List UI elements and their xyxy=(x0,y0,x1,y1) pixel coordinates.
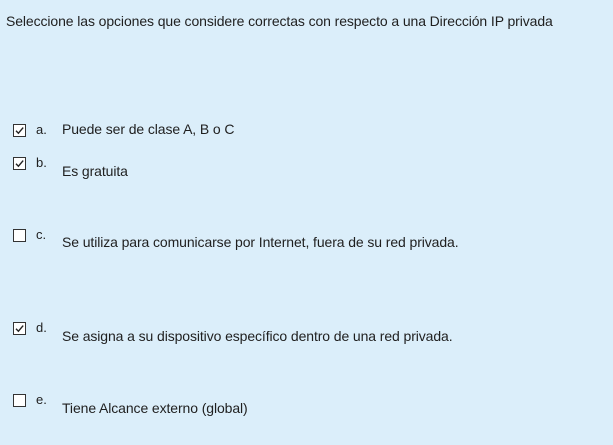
checkbox-a[interactable] xyxy=(13,124,26,137)
option-text-e: Tiene Alcance externo (global) xyxy=(62,400,248,416)
checkbox-d[interactable] xyxy=(13,322,26,335)
checkmark-icon xyxy=(15,160,24,168)
checkbox-b[interactable] xyxy=(13,157,26,170)
option-a[interactable]: a. Puede ser de clase A, B o C xyxy=(0,120,613,150)
option-e[interactable]: e. Tiene Alcance externo (global) xyxy=(0,391,613,421)
checkbox-e[interactable] xyxy=(13,394,26,407)
option-letter-b: b. xyxy=(36,155,47,170)
option-c[interactable]: c. Se utiliza para comunicarse por Inter… xyxy=(0,226,613,256)
option-letter-d: d. xyxy=(36,320,47,335)
option-d[interactable]: d. Se asigna a su dispositivo específico… xyxy=(0,319,613,349)
option-letter-c: c. xyxy=(36,227,47,242)
option-b[interactable]: b. Es gratuita xyxy=(0,154,613,184)
option-text-b: Es gratuita xyxy=(62,163,128,179)
option-text-c: Se utiliza para comunicarse por Internet… xyxy=(62,234,459,250)
option-letter-a: a. xyxy=(36,122,47,137)
option-text-d: Se asigna a su dispositivo específico de… xyxy=(62,328,453,344)
checkmark-icon xyxy=(15,127,24,135)
option-text-a: Puede ser de clase A, B o C xyxy=(62,121,235,137)
option-letter-e: e. xyxy=(36,392,47,407)
question-text: Seleccione las opciones que considere co… xyxy=(6,13,553,29)
checkmark-icon xyxy=(15,325,24,333)
checkbox-c[interactable] xyxy=(13,229,26,242)
